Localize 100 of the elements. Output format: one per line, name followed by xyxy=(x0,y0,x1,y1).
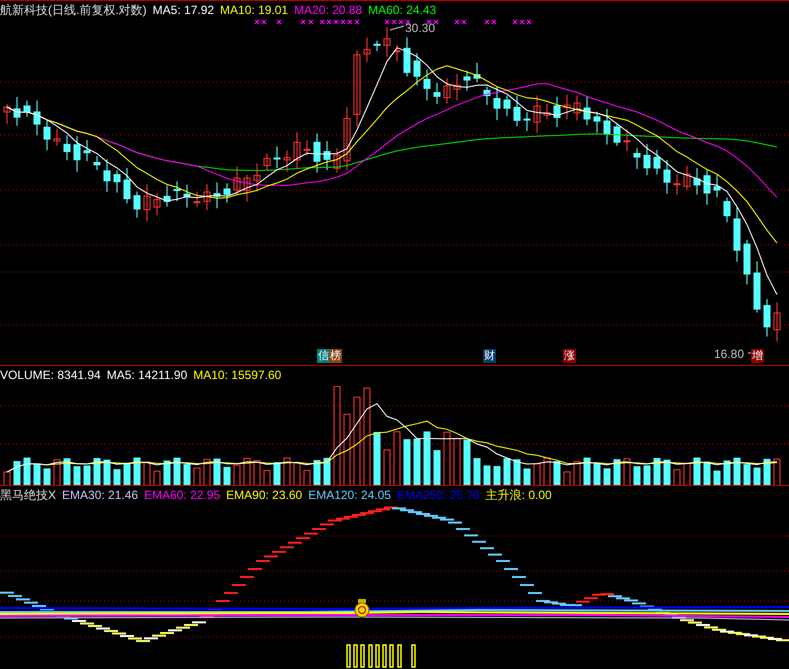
volume-bar xyxy=(274,462,280,486)
candle xyxy=(644,144,650,176)
volume-bar xyxy=(524,468,530,486)
volume-bar xyxy=(754,468,760,486)
volume-bar xyxy=(294,462,300,486)
legend-value: VOLUME: 8341.94 xyxy=(0,367,101,383)
candle xyxy=(524,112,530,132)
volume-bar xyxy=(234,464,240,486)
money-bag-icon xyxy=(354,599,370,618)
candle xyxy=(104,158,110,192)
candle xyxy=(294,131,300,169)
candle xyxy=(194,191,200,208)
candle xyxy=(124,168,130,204)
candle xyxy=(174,180,180,202)
candle xyxy=(94,155,100,170)
candle xyxy=(114,170,120,194)
legend-value: EMA30: 21.46 xyxy=(62,487,138,503)
candle xyxy=(704,168,710,206)
volume-bar xyxy=(24,458,30,486)
candle xyxy=(734,206,740,262)
candle xyxy=(594,111,600,134)
legend-value: EMA250: 25.76 xyxy=(396,487,480,503)
high-price-label: 30.30 xyxy=(405,20,436,36)
legend-value: EMA90: 23.60 xyxy=(226,487,302,503)
volume-bar xyxy=(264,470,270,486)
volume-bar xyxy=(224,466,230,486)
candle xyxy=(564,94,570,120)
volume-bar xyxy=(514,459,520,486)
candle xyxy=(444,77,450,104)
volume-bar xyxy=(474,458,480,486)
candle xyxy=(764,298,770,338)
candle xyxy=(224,182,230,204)
candle xyxy=(454,74,460,102)
candle xyxy=(284,150,290,172)
volume-bar xyxy=(64,458,70,486)
candle xyxy=(64,134,70,161)
candle xyxy=(184,184,190,208)
candle xyxy=(724,196,730,223)
candle xyxy=(24,100,30,118)
indicator-title: 黑马绝技X xyxy=(0,487,56,503)
candle xyxy=(744,239,750,285)
volume-bar xyxy=(324,458,330,486)
volume-bar xyxy=(674,469,680,486)
volume-bar xyxy=(484,465,490,486)
legend-value: MA60: 24.43 xyxy=(368,2,436,18)
candle xyxy=(624,128,630,152)
event-badge[interactable]: 榜 xyxy=(329,349,342,363)
volume-bar xyxy=(74,466,80,486)
volume-bar xyxy=(114,469,120,486)
volume-bar xyxy=(144,462,150,486)
volume-bar xyxy=(284,458,290,486)
candle xyxy=(514,95,520,127)
volume-bar xyxy=(454,438,460,486)
volume-bar xyxy=(94,458,100,486)
volume-bar xyxy=(384,449,390,486)
event-badge[interactable]: 财 xyxy=(483,349,496,363)
volume-bar xyxy=(44,468,50,486)
volume-bar xyxy=(774,458,780,486)
signal-bars-drawing xyxy=(346,644,416,668)
candle xyxy=(484,86,490,106)
candle xyxy=(44,119,50,151)
volume-bar xyxy=(404,439,410,486)
candle xyxy=(134,191,140,218)
volume-bar xyxy=(494,466,500,486)
candle xyxy=(164,185,170,208)
volume-bar xyxy=(764,458,770,486)
volume-bar xyxy=(704,462,710,486)
candle xyxy=(214,182,220,209)
event-badge[interactable]: 涨 xyxy=(563,349,576,363)
candle xyxy=(414,52,420,86)
candle xyxy=(304,140,310,156)
volume-bar xyxy=(684,462,690,486)
candle xyxy=(664,160,670,194)
volume-bar xyxy=(694,458,700,486)
volume-bar xyxy=(54,459,60,486)
candle xyxy=(534,95,540,134)
chart-title: 航新科技(日线.前复权.对数) xyxy=(0,2,147,18)
leader-line xyxy=(390,26,404,30)
volume-bar xyxy=(244,458,250,486)
legend-value: MA10: 15597.60 xyxy=(193,367,282,383)
candle xyxy=(154,192,160,216)
volume-bar xyxy=(504,458,510,486)
volume-bar xyxy=(424,431,430,486)
event-badge[interactable]: 信 xyxy=(317,349,330,363)
candle xyxy=(464,70,470,92)
legend-value: EMA120: 24.05 xyxy=(308,487,391,503)
candle xyxy=(384,26,390,58)
candle xyxy=(474,62,480,83)
volume-bar xyxy=(204,458,210,486)
candle xyxy=(364,36,370,62)
event-badge[interactable]: 增 xyxy=(751,349,764,363)
candle xyxy=(334,148,340,174)
candle xyxy=(634,147,640,170)
volume-bar xyxy=(104,460,110,486)
volume-bar xyxy=(594,463,600,486)
volume-bar xyxy=(374,432,380,486)
volume-bar xyxy=(614,459,620,486)
volume-bar xyxy=(184,464,190,486)
candle xyxy=(694,168,700,196)
volume-bar xyxy=(254,460,260,486)
